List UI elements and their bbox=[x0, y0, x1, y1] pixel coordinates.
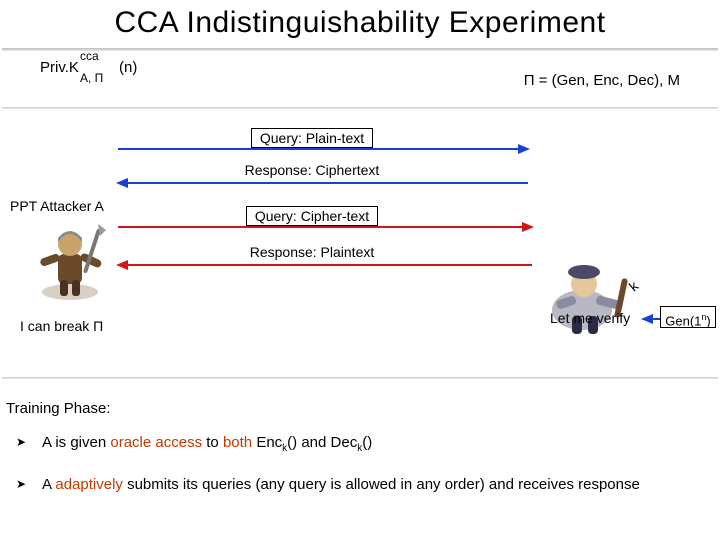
scheme-definition: Π = (Gen, Enc, Dec), M bbox=[524, 72, 680, 89]
b1-pc: () bbox=[362, 434, 372, 451]
bullet-2: A adaptively submits its queries (any qu… bbox=[10, 474, 708, 497]
privk-text: Priv.K bbox=[40, 59, 79, 76]
privk-sup: cca bbox=[80, 50, 99, 62]
experiment-symbol: Priv.K cca A, Π (n) bbox=[40, 60, 79, 75]
b1-pb: () and Dec bbox=[287, 434, 357, 451]
privk-base: Priv.K cca A, Π (n) bbox=[40, 60, 79, 75]
slide: CCA Indistinguishability Experiment Priv… bbox=[0, 0, 720, 540]
b1-hl1: oracle access bbox=[110, 434, 202, 451]
msg-query-plaintext-text: Query: Plain-text bbox=[251, 128, 373, 148]
bullet-1: A is given oracle access to both Enck() … bbox=[10, 432, 708, 456]
b1-pre: A is given bbox=[42, 434, 110, 451]
msg-response-plaintext: Response: Plaintext bbox=[182, 244, 442, 260]
b2-pre: A bbox=[42, 476, 55, 493]
msg-query-plaintext: Query: Plain-text bbox=[182, 128, 442, 148]
arrow-response-plaintext bbox=[118, 264, 532, 266]
b2-hl: adaptively bbox=[55, 476, 123, 493]
b1-hl2: both bbox=[223, 434, 252, 451]
attacker-speech: I can break Π bbox=[20, 318, 103, 334]
title-rule bbox=[2, 48, 718, 51]
arrow-response-ciphertext bbox=[118, 182, 528, 184]
training-bullets: A is given oracle access to both Enck() … bbox=[10, 432, 708, 515]
gen-suffix: ) bbox=[706, 313, 710, 328]
privk-sub: A, Π bbox=[80, 72, 103, 84]
arrow-query-ciphertext bbox=[118, 226, 532, 228]
gen-prefix: Gen(1 bbox=[665, 313, 701, 328]
divider-lower bbox=[2, 377, 718, 379]
attacker-label: PPT Attacker A bbox=[10, 198, 104, 214]
arrow-gen-to-k bbox=[643, 318, 661, 320]
training-phase-title: Training Phase: bbox=[6, 400, 111, 417]
b2-post: submits its queries (any query is allowe… bbox=[123, 476, 640, 493]
privk-arg: (n) bbox=[119, 60, 137, 75]
msg-query-ciphertext: Query: Cipher-text bbox=[182, 206, 442, 226]
verifier-speech: Let me verify bbox=[550, 310, 630, 326]
divider-upper bbox=[2, 107, 718, 109]
gen-box: Gen(1n) bbox=[660, 306, 716, 328]
msg-query-ciphertext-text: Query: Cipher-text bbox=[246, 206, 378, 226]
b1-pa: Enc bbox=[252, 434, 282, 451]
arrow-query-plaintext bbox=[118, 148, 528, 150]
msg-response-ciphertext: Response: Ciphertext bbox=[182, 162, 442, 178]
attacker-icon bbox=[30, 218, 110, 302]
b1-mid: to bbox=[202, 434, 223, 451]
slide-title: CCA Indistinguishability Experiment bbox=[0, 6, 720, 40]
